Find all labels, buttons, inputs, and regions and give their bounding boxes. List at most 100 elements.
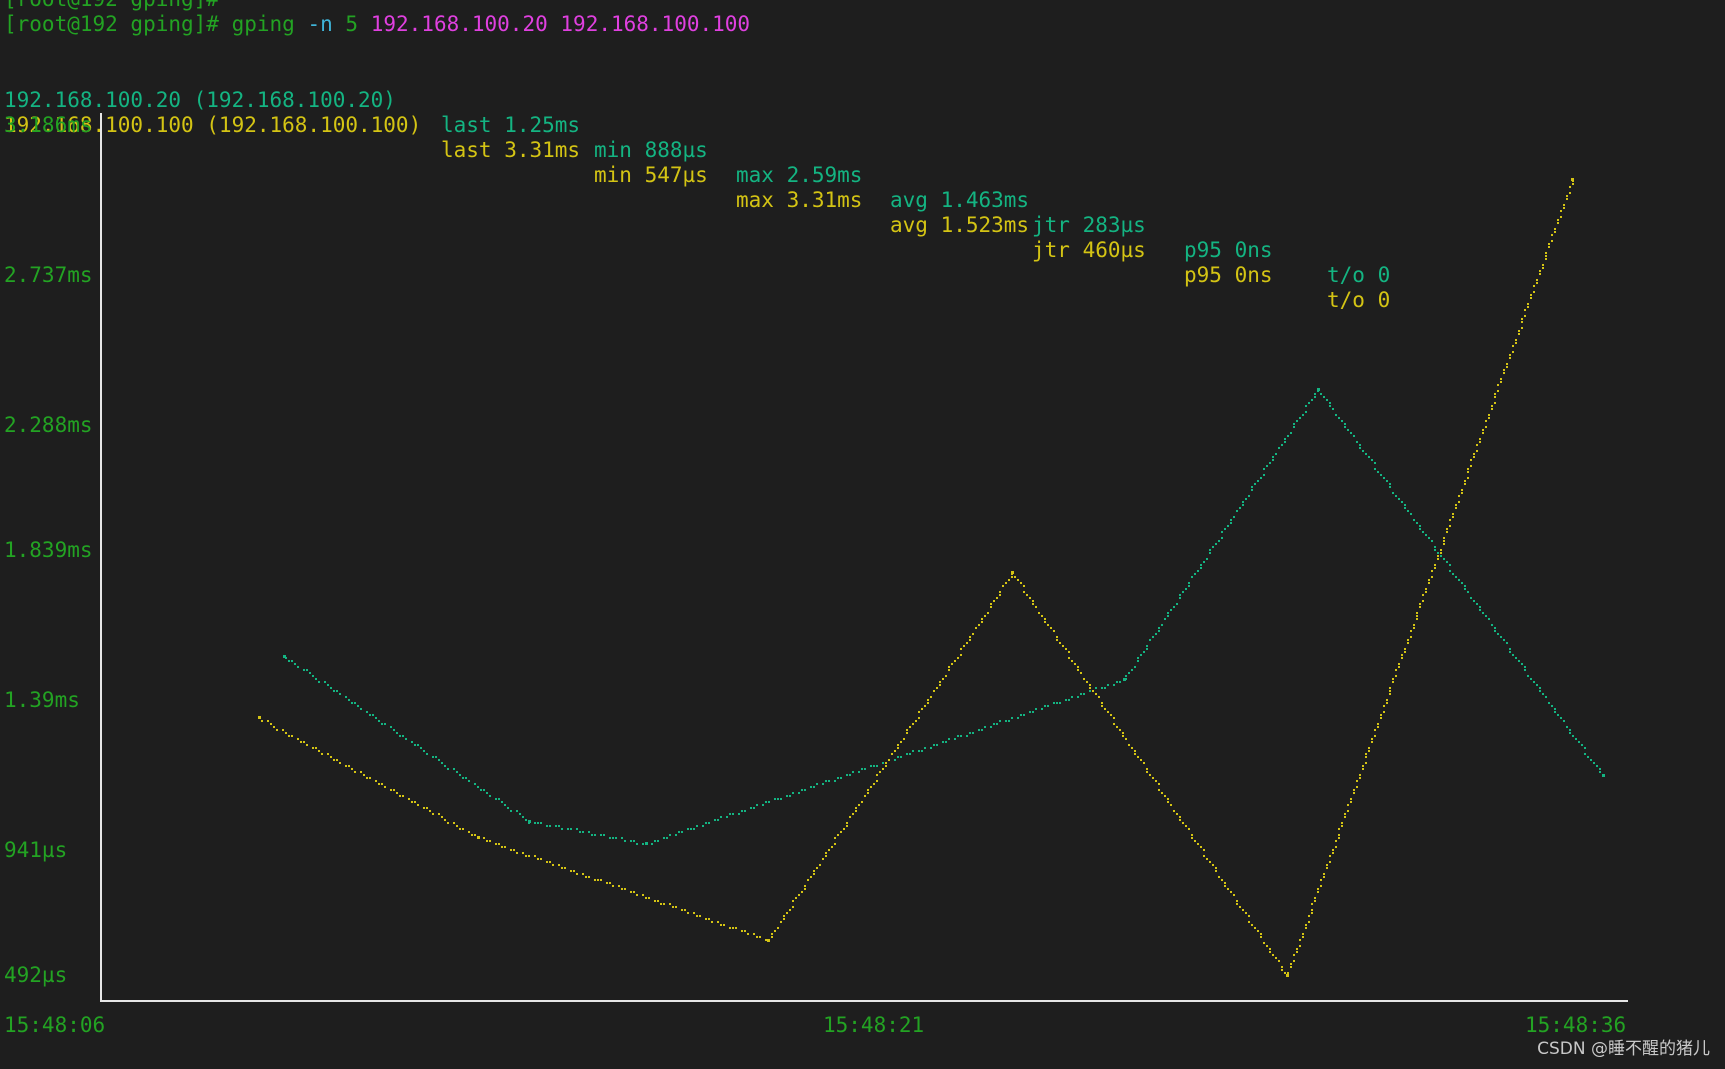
series-2-point <box>1455 504 1457 506</box>
series-2-point <box>1560 210 1562 212</box>
series-1-point <box>870 765 872 767</box>
series-1-point <box>1458 579 1460 581</box>
series-1-point <box>540 822 542 824</box>
series-2-point <box>270 723 272 725</box>
series-2-point <box>729 927 731 929</box>
series-2-point <box>780 921 782 923</box>
series-1-point <box>546 825 548 827</box>
series-1-point <box>708 822 710 824</box>
series-2-point <box>354 771 356 773</box>
series-2-point <box>1569 186 1571 188</box>
series-1-point <box>1587 756 1589 758</box>
series-2-point <box>459 828 461 830</box>
series-1-point <box>1407 510 1409 512</box>
series-2-point <box>1386 702 1388 704</box>
series-2-point <box>1383 711 1385 713</box>
series-2-point <box>660 903 662 905</box>
series-2-point <box>1299 939 1301 941</box>
series-2-point <box>951 663 953 665</box>
series-1-point <box>1506 642 1508 644</box>
series-2-point <box>699 915 701 917</box>
series-1-point <box>714 819 716 821</box>
series-1-point <box>1578 741 1580 743</box>
series-2-point <box>795 897 797 899</box>
series-1-point <box>792 792 794 794</box>
series-2-point <box>645 897 647 899</box>
series-2-point <box>1008 579 1010 581</box>
series-2-point <box>1113 723 1115 725</box>
series-1-point <box>1242 504 1244 506</box>
series-2-point <box>1179 819 1181 821</box>
series-2-point <box>1260 933 1262 935</box>
series-1-point <box>1377 471 1379 473</box>
series-2-point <box>1305 924 1307 926</box>
series-2-point <box>1410 630 1412 632</box>
series-2-point <box>732 927 734 929</box>
series-2-point <box>723 924 725 926</box>
series-2-point <box>1428 579 1430 581</box>
series-2-point <box>1260 936 1262 938</box>
series-2-point <box>1143 762 1145 764</box>
series-1-point <box>1089 690 1091 692</box>
series-1-point <box>720 816 722 818</box>
series-2-point <box>993 600 995 602</box>
series-2-point <box>1299 945 1301 947</box>
series-2-point <box>1554 231 1556 233</box>
series-2-point <box>408 798 410 800</box>
series-1-point <box>1164 618 1166 620</box>
series-2-point <box>1077 669 1079 671</box>
terminal-window[interactable]: [root@192 gping]# [root@192 gping]# gpin… <box>0 0 1725 1069</box>
series-2-point <box>948 669 950 671</box>
series-2-point <box>585 876 587 878</box>
series-2-point <box>564 867 566 869</box>
series-2-point <box>1110 714 1112 716</box>
series-2-point <box>267 720 269 722</box>
series-1-point <box>858 771 860 773</box>
series-1-point <box>480 789 482 791</box>
series-2-point <box>1332 852 1334 854</box>
series-2-point <box>1467 468 1469 470</box>
series-2-point <box>1194 840 1196 842</box>
series-2-point <box>303 741 305 743</box>
series-1-point <box>1227 525 1229 527</box>
series-1-point <box>504 804 506 806</box>
series-1-point <box>1395 495 1397 497</box>
series-1-point <box>930 747 932 749</box>
series-1-point <box>291 660 293 662</box>
series-2-point <box>642 894 644 896</box>
series-1-point <box>1125 675 1127 677</box>
series-2-point <box>1491 405 1493 407</box>
series-2-point <box>1005 582 1007 584</box>
series-1-point <box>852 771 854 773</box>
series-2-point <box>1419 606 1421 608</box>
series-1-point <box>1059 702 1061 704</box>
series-1-point <box>1323 396 1325 398</box>
series-2-point <box>900 741 902 743</box>
series-2-point <box>588 876 590 878</box>
series-2-point <box>1530 294 1532 296</box>
series-1-point <box>1248 495 1250 497</box>
series-2-point <box>1443 540 1445 542</box>
series-2-point <box>990 606 992 608</box>
series-2-point <box>1527 303 1529 305</box>
series-2-point <box>1494 393 1496 395</box>
series-1-point <box>681 831 683 833</box>
series-1-point <box>1389 486 1391 488</box>
series-2-point <box>1185 825 1187 827</box>
series-2-point <box>1032 600 1034 602</box>
series-2-point <box>756 936 758 938</box>
series-1-point <box>900 756 902 758</box>
series-1-point <box>1179 597 1181 599</box>
series-2-point <box>630 891 632 893</box>
series-2-point <box>1353 792 1355 794</box>
series-1-point <box>510 810 512 812</box>
series-1-point <box>1581 744 1583 746</box>
series-1-point <box>381 723 383 725</box>
series-1-point <box>1416 522 1418 524</box>
series-1-point <box>477 786 479 788</box>
series-1-point <box>1032 711 1034 713</box>
series-1-point <box>981 729 983 731</box>
series-1-point <box>1482 612 1484 614</box>
series-2-point <box>1281 969 1283 971</box>
series-2-point <box>1107 711 1109 713</box>
